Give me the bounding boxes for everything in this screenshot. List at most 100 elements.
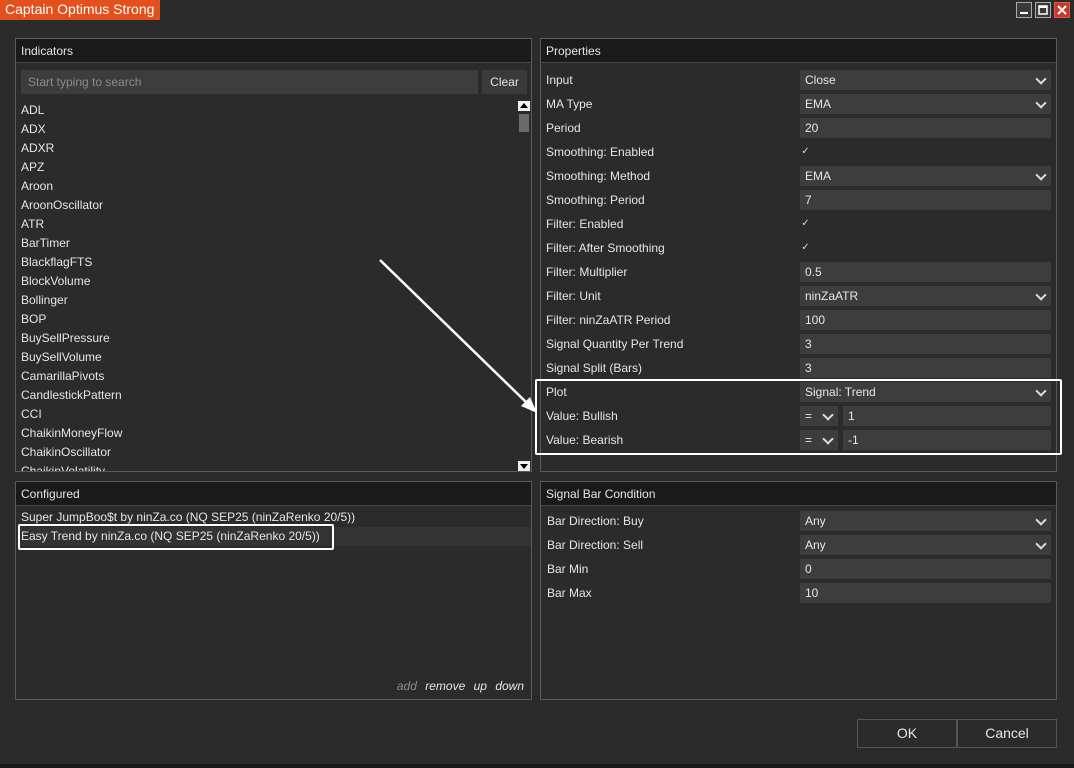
maximize-icon [1038, 5, 1048, 15]
remove-button[interactable]: remove [425, 679, 465, 693]
prop-label: Filter: Multiplier [546, 265, 628, 279]
properties-header: Properties [541, 39, 1056, 63]
prop-bar-max: Bar Max 10 [541, 581, 1055, 605]
configured-actions: add remove up down [392, 679, 524, 693]
prop-label: Smoothing: Method [546, 169, 651, 183]
filter-unit-select[interactable]: ninZaATR [800, 286, 1051, 306]
list-item[interactable]: CamarillaPivots [21, 367, 511, 386]
prop-smoothing-enabled: Smoothing: Enabled ✓ [541, 140, 1055, 164]
list-item[interactable]: APZ [21, 158, 511, 177]
window-title: Captain Optimus Strong [0, 0, 161, 20]
configured-panel: Configured Super JumpBoo$t by ninZa.co (… [15, 481, 532, 700]
prop-period: Period 20 [541, 116, 1055, 140]
bar-max-field[interactable]: 10 [800, 583, 1051, 603]
search-input[interactable] [21, 70, 478, 94]
arrow-down-icon [520, 464, 528, 469]
add-button[interactable]: add [397, 679, 417, 693]
prop-label: Bar Min [547, 562, 589, 576]
signal-quantity-field[interactable]: 3 [800, 334, 1051, 354]
prop-label: Bar Max [547, 586, 592, 600]
prop-label: Filter: After Smoothing [546, 241, 665, 255]
prop-filter-after: Filter: After Smoothing ✓ [541, 236, 1055, 260]
list-item[interactable]: BuySellPressure [21, 329, 511, 348]
list-item[interactable]: BuySellVolume [21, 348, 511, 367]
filter-enabled-checkbox[interactable]: ✓ [800, 218, 811, 229]
down-button[interactable]: down [495, 679, 524, 693]
list-item[interactable]: ChaikinVolatility [21, 462, 511, 471]
maximize-button[interactable] [1035, 2, 1051, 18]
cancel-button[interactable]: Cancel [957, 719, 1057, 748]
list-item[interactable]: BlockVolume [21, 272, 511, 291]
list-item[interactable]: BarTimer [21, 234, 511, 253]
prop-label: Filter: ninZaATR Period [546, 313, 671, 327]
prop-smoothing-period: Smoothing: Period 7 [541, 188, 1055, 212]
list-item[interactable]: ChaikinMoneyFlow [21, 424, 511, 443]
indicators-panel: Indicators Clear ADL ADX ADXR APZ Aroon … [15, 38, 532, 472]
list-item[interactable]: ChaikinOscillator [21, 443, 511, 462]
prop-label: Signal Split (Bars) [546, 361, 643, 375]
close-button[interactable] [1054, 2, 1070, 18]
list-item[interactable]: BOP [21, 310, 511, 329]
prop-label: Smoothing: Enabled [546, 145, 655, 159]
prop-smoothing-method: Smoothing: Method EMA [541, 164, 1055, 188]
minimize-icon [1020, 12, 1028, 14]
plot-highlight [535, 379, 1062, 455]
title-bar: Captain Optimus Strong [0, 0, 1074, 20]
filter-atr-period-field[interactable]: 100 [800, 310, 1051, 330]
list-item[interactable]: Bollinger [21, 291, 511, 310]
list-item[interactable]: ATR [21, 215, 511, 234]
scroll-up-button[interactable] [518, 101, 530, 111]
prop-sig-qty: Signal Quantity Per Trend 3 [541, 332, 1055, 356]
arrow-up-icon [520, 103, 528, 108]
list-item[interactable]: Aroon [21, 177, 511, 196]
bar-direction-buy-select[interactable]: Any [800, 511, 1051, 531]
search-row: Clear [21, 70, 527, 94]
prop-label: Filter: Unit [546, 289, 601, 303]
prop-sig-split: Signal Split (Bars) 3 [541, 356, 1055, 380]
bar-direction-sell-select[interactable]: Any [800, 535, 1051, 555]
prop-filter-unit: Filter: Unit ninZaATR [541, 284, 1055, 308]
ok-button[interactable]: OK [857, 719, 957, 748]
indicators-header: Indicators [16, 39, 531, 63]
period-field[interactable]: 20 [800, 118, 1051, 138]
signal-split-field[interactable]: 3 [800, 358, 1051, 378]
smoothing-period-field[interactable]: 7 [800, 190, 1051, 210]
prop-label: Bar Direction: Sell [547, 538, 644, 552]
clear-button[interactable]: Clear [482, 70, 527, 94]
filter-multiplier-field[interactable]: 0.5 [800, 262, 1051, 282]
list-item[interactable]: CandlestickPattern [21, 386, 511, 405]
list-item[interactable]: AroonOscillator [21, 196, 511, 215]
close-icon [1057, 5, 1067, 15]
list-item[interactable]: ADX [21, 120, 511, 139]
prop-filter-atr: Filter: ninZaATR Period 100 [541, 308, 1055, 332]
smoothing-method-select[interactable]: EMA [800, 166, 1051, 186]
up-button[interactable]: up [474, 679, 487, 693]
prop-filter-enabled: Filter: Enabled ✓ [541, 212, 1055, 236]
list-item[interactable]: BlackflagFTS [21, 253, 511, 272]
list-item[interactable]: CCI [21, 405, 511, 424]
configured-header: Configured [16, 482, 531, 506]
configured-highlight [18, 524, 334, 550]
minimize-button[interactable] [1016, 2, 1032, 18]
prop-dir-sell: Bar Direction: Sell Any [541, 533, 1055, 557]
prop-label: MA Type [546, 97, 593, 111]
signal-bar-header: Signal Bar Condition [541, 482, 1056, 506]
prop-label: Smoothing: Period [546, 193, 645, 207]
prop-dir-buy: Bar Direction: Buy Any [541, 509, 1055, 533]
signal-bar-panel: Signal Bar Condition Bar Direction: Buy … [540, 481, 1057, 700]
filter-after-checkbox[interactable]: ✓ [800, 242, 811, 253]
indicator-scrollbar[interactable] [518, 101, 530, 471]
input-select[interactable]: Close [800, 70, 1051, 90]
prop-label: Filter: Enabled [546, 217, 624, 231]
prop-label: Bar Direction: Buy [547, 514, 644, 528]
scroll-thumb[interactable] [519, 114, 529, 132]
bar-min-field[interactable]: 0 [800, 559, 1051, 579]
ma-type-select[interactable]: EMA [800, 94, 1051, 114]
prop-label: Period [546, 121, 581, 135]
prop-filter-mult: Filter: Multiplier 0.5 [541, 260, 1055, 284]
list-item[interactable]: ADXR [21, 139, 511, 158]
scroll-down-button[interactable] [518, 461, 530, 471]
bottom-strip [0, 764, 1074, 768]
list-item[interactable]: ADL [21, 101, 511, 120]
smoothing-enabled-checkbox[interactable]: ✓ [800, 146, 811, 157]
